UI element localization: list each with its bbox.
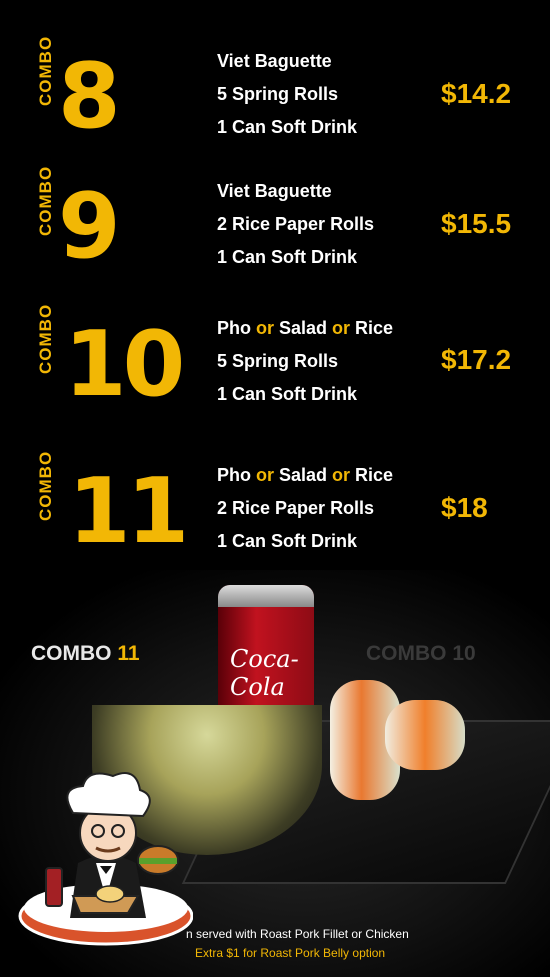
combo-items: Pho or Salad or Rice 5 Spring Rolls 1 Ca… — [217, 312, 393, 411]
combo-price: $18 — [441, 492, 488, 523]
combo-label: COMBO — [36, 303, 55, 374]
photo-label-right: COMBO 10 — [366, 642, 476, 665]
photo-label-left: COMBO 11 — [31, 642, 140, 665]
combo-label: COMBO — [36, 165, 55, 236]
item-line: 1 Can Soft Drink — [217, 117, 358, 137]
footnote-2: Extra $1 for Roast Pork Belly option — [195, 946, 386, 960]
rice-paper-roll-image — [385, 700, 465, 770]
combo-number: 9 — [58, 174, 121, 279]
combo-8-row: COMBO 8 Viet Baguette 5 Spring Rolls 1 C… — [0, 35, 550, 149]
combo-11-row: COMBO 11 Pho or Salad or Rice 2 Rice Pap… — [0, 450, 550, 564]
combo-items: Viet Baguette 5 Spring Rolls 1 Can Soft … — [217, 45, 357, 144]
combo-9-row: COMBO 9 Viet Baguette 2 Rice Paper Rolls… — [0, 165, 550, 279]
item-line: 1 Can Soft Drink — [217, 531, 358, 551]
item-line: 1 Can Soft Drink — [217, 384, 358, 404]
item-line: Pho or Salad or Rice — [217, 465, 394, 485]
combo-items: Viet Baguette 2 Rice Paper Rolls 1 Can S… — [217, 175, 374, 274]
combo-items: Pho or Salad or Rice 2 Rice Paper Rolls … — [217, 459, 393, 558]
item-line: 1 Can Soft Drink — [217, 247, 358, 267]
combo-number: 8 — [58, 44, 121, 149]
footnote-1: n served with Roast Pork Fillet or Chick… — [186, 927, 409, 941]
item-line: Viet Baguette — [217, 181, 332, 201]
item-line: 2 Rice Paper Rolls — [217, 214, 375, 234]
combo-price: $17.2 — [441, 344, 512, 375]
combo-10-row: COMBO 10 Pho or Salad or Rice 5 Spring R… — [0, 303, 550, 417]
chef-mascot-icon — [18, 772, 193, 946]
combo-label: COMBO — [36, 450, 55, 521]
combo-number: 11 — [68, 459, 189, 564]
combo-label: COMBO — [36, 35, 55, 106]
item-line: Viet Baguette — [217, 51, 332, 71]
combo-price: $15.5 — [441, 208, 512, 239]
item-line: 2 Rice Paper Rolls — [217, 498, 375, 518]
combo-price: $14.2 — [441, 78, 512, 109]
combo-number: 10 — [64, 312, 185, 417]
item-line: 5 Spring Rolls — [217, 351, 339, 371]
item-line: 5 Spring Rolls — [217, 84, 339, 104]
item-line: Pho or Salad or Rice — [217, 318, 394, 338]
